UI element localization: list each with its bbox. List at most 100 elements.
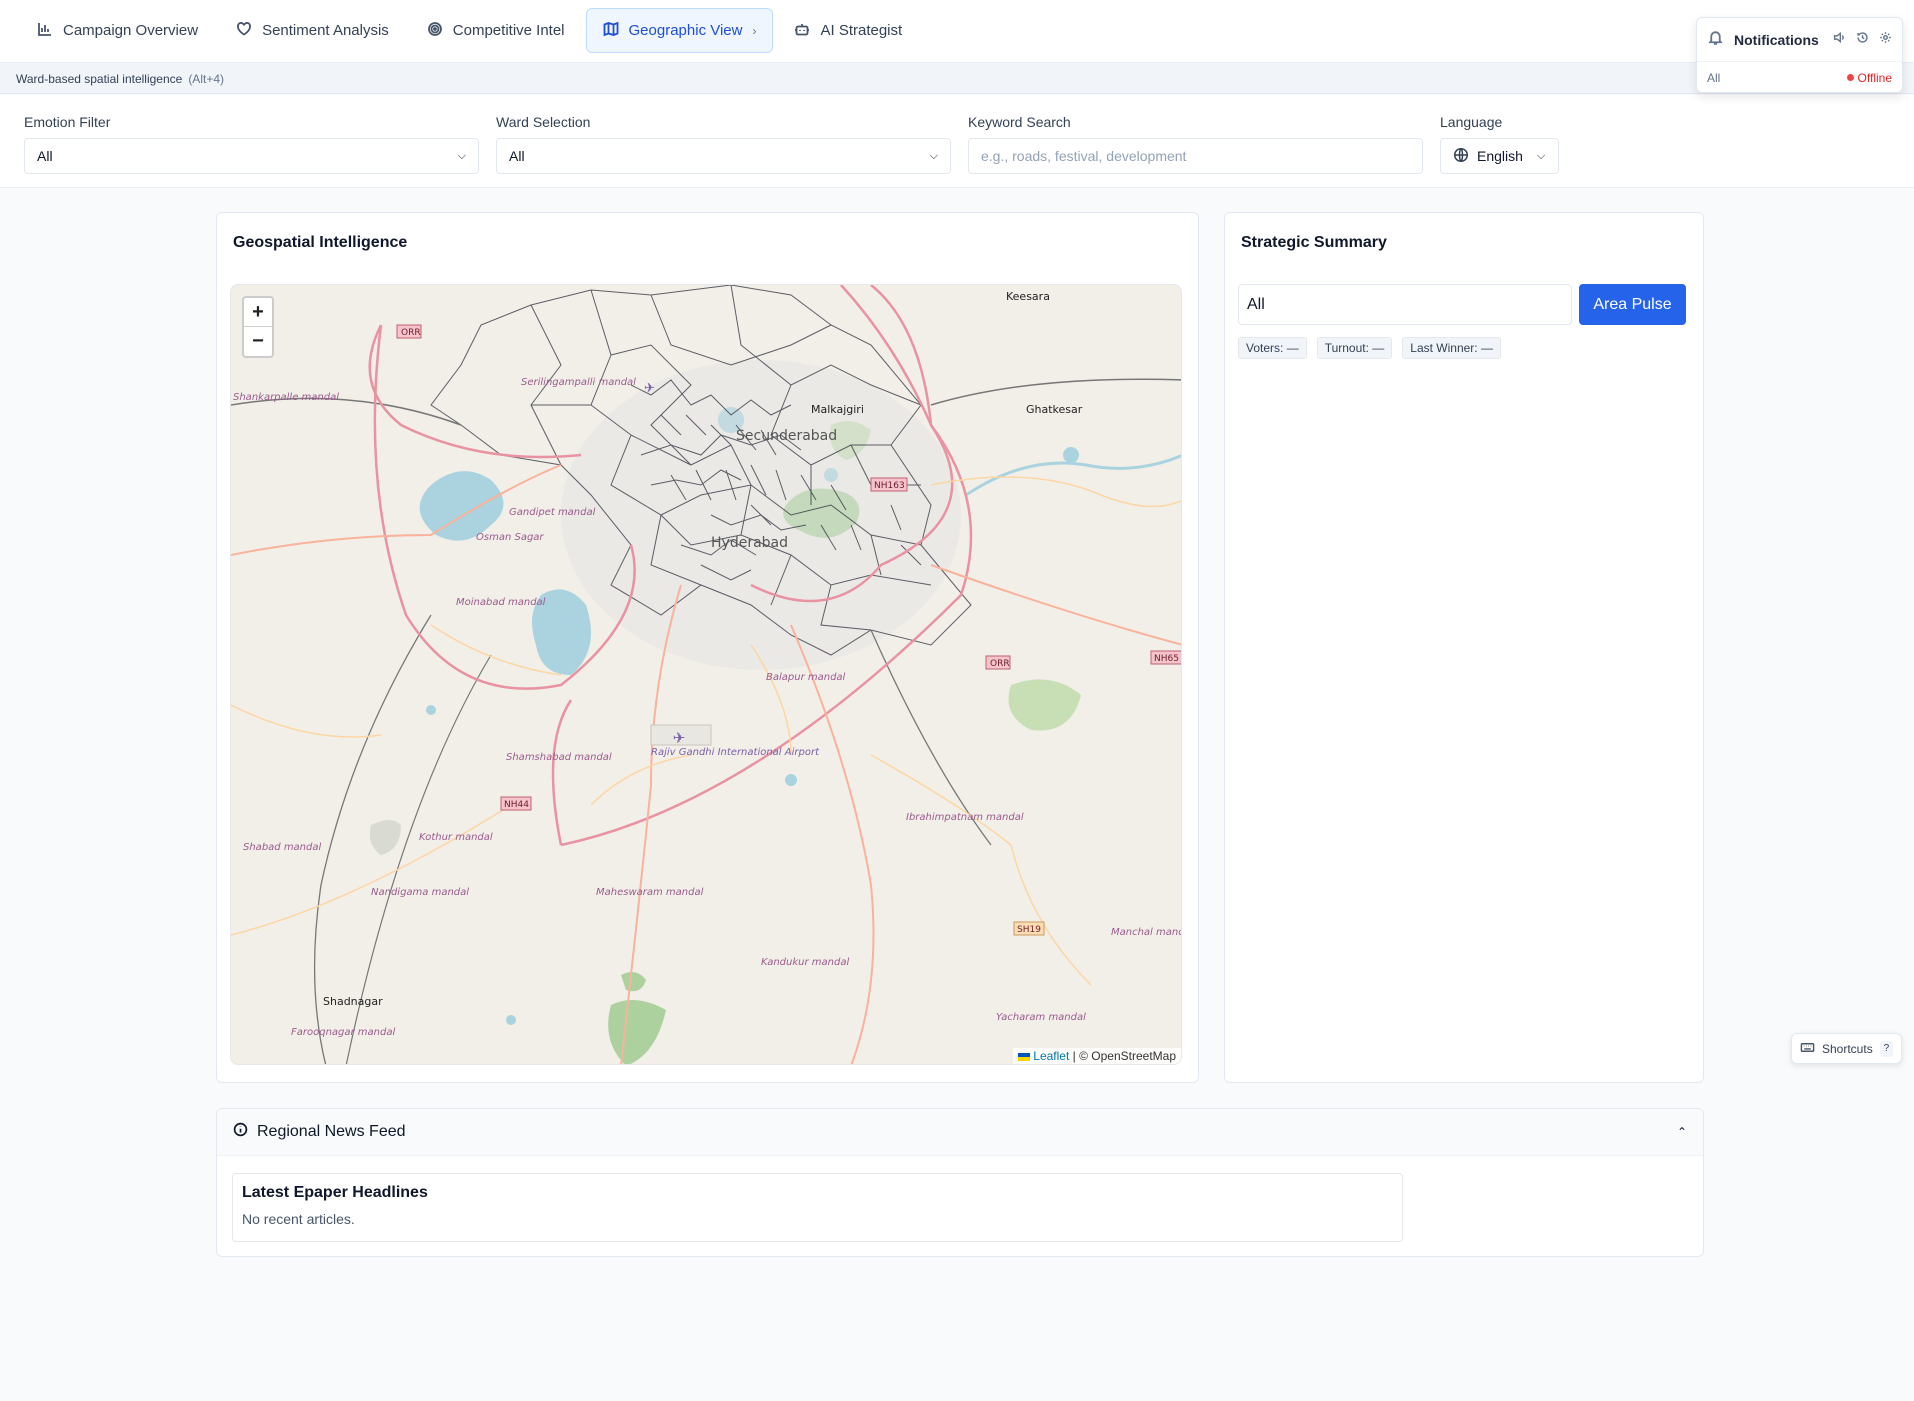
epaper-headlines: Latest Epaper Headlines No recent articl… [232, 1173, 1403, 1242]
place-label: Keesara [1006, 290, 1050, 303]
place-label: Ibrahimpatnam mandal [906, 812, 1024, 823]
news-header[interactable]: Regional News Feed ⌃ [217, 1109, 1703, 1156]
tab-competitive-intel[interactable]: Competitive Intel [410, 8, 582, 53]
map-tiles: ✈ ✈ Shankarpalle mandal Serilingampalli … [231, 285, 1182, 1064]
strategic-summary-card: Strategic Summary All Area Pulse Voters:… [1224, 212, 1704, 1083]
place-label: Serilingampalli mandal [521, 377, 636, 388]
zoom-out-button[interactable]: − [244, 327, 272, 356]
tab-label: AI Strategist [820, 22, 903, 39]
tab-campaign-overview[interactable]: Campaign Overview [20, 8, 215, 53]
geospatial-title: Geospatial Intelligence [233, 234, 408, 251]
place-label: Gandipet mandal [509, 507, 596, 518]
zoom-control: + − [242, 296, 274, 358]
notifications-panel: Notifications All Offline [1696, 17, 1903, 93]
airport-icon: ✈ [673, 730, 686, 747]
notifications-header: Notifications [1697, 18, 1902, 62]
place-label: Shankarpalle mandal [233, 392, 339, 403]
globe-icon [1453, 147, 1469, 166]
place-label: Manchal mandal [1111, 927, 1182, 938]
place-label: Rajiv Gandhi International Airport [651, 747, 820, 758]
info-icon [233, 1122, 248, 1142]
ward-selection-label: Ward Selection [496, 114, 591, 130]
keyboard-hint: (Alt+4) [188, 72, 224, 86]
connection-status: Offline [1846, 70, 1892, 85]
keyboard-icon [1800, 1040, 1815, 1058]
emotion-filter-label: Emotion Filter [24, 114, 111, 130]
tab-geographic-view[interactable]: Geographic View › [585, 8, 774, 53]
keyword-search-group: Keyword Search e.g., roads, festival, de… [968, 114, 1423, 174]
keyword-search-input[interactable]: e.g., roads, festival, development [968, 138, 1423, 174]
place-label: Shamshabad mandal [506, 752, 612, 763]
tab-label: Campaign Overview [63, 22, 199, 39]
road-shield: SH19 [1017, 925, 1041, 935]
emotion-filter-select[interactable]: All ⌵ [24, 138, 479, 174]
tab-label: Competitive Intel [452, 22, 565, 39]
strategic-summary-title: Strategic Summary [1241, 234, 1387, 251]
voters-chip: Voters: — [1238, 337, 1307, 359]
ukraine-flag-icon [1018, 1052, 1031, 1061]
road-shield: ORR [990, 659, 1010, 669]
ward-selection-select[interactable]: All ⌵ [496, 138, 951, 174]
emotion-filter-group: Emotion Filter All ⌵ [24, 114, 479, 174]
geospatial-card: Geospatial Intelligence + − ✈ ✈ Shankarp… [216, 212, 1199, 1083]
road-shield: NH163 [874, 481, 905, 491]
place-label: Balapur mandal [766, 672, 846, 683]
headlines-empty: No recent articles. [242, 1211, 355, 1227]
place-label: Osman Sagar [476, 532, 544, 543]
status-dot [1846, 74, 1854, 81]
language-select[interactable]: English ⌵ [1440, 138, 1559, 174]
road-shield: ORR [401, 328, 421, 338]
headlines-title: Latest Epaper Headlines [242, 1184, 428, 1201]
notification-filter[interactable]: All [1707, 71, 1720, 85]
place-label: Maheswaram mandal [596, 887, 704, 898]
chevron-right-icon: › [752, 23, 757, 38]
notifications-footer: All Offline [1697, 62, 1902, 93]
chevron-down-icon: ⌵ [457, 149, 466, 162]
airport-icon: ✈ [644, 380, 655, 395]
area-pulse-button[interactable]: Area Pulse [1579, 284, 1686, 325]
regional-news-card: Regional News Feed ⌃ Latest Epaper Headl… [216, 1108, 1704, 1257]
area-pulse-row: All Area Pulse [1238, 284, 1686, 325]
heart-icon [236, 21, 252, 41]
place-label: Secunderabad [736, 428, 837, 444]
place-label: Malkajgiri [811, 403, 864, 416]
chevron-down-icon: ⌵ [929, 149, 938, 162]
keyword-search-label: Keyword Search [968, 114, 1071, 130]
place-label: Shadnagar [323, 995, 383, 1008]
target-icon [427, 21, 443, 41]
place-label: Kandukur mandal [761, 957, 849, 968]
place-label: Shabad mandal [243, 842, 321, 853]
tab-ai-strategist[interactable]: AI Strategist [777, 8, 919, 53]
ward-map[interactable]: + − ✈ ✈ Shankarpalle mandal Serilingampa… [230, 284, 1182, 1065]
news-title: Regional News Feed [257, 1123, 406, 1140]
tab-sentiment-analysis[interactable]: Sentiment Analysis [219, 8, 406, 53]
ward-selection-group: Ward Selection All ⌵ [496, 114, 951, 174]
last-winner-chip: Last Winner: — [1402, 337, 1501, 359]
page-subtitle-bar: Ward-based spatial intelligence (Alt+4) [0, 62, 1914, 94]
filter-bar: Emotion Filter All ⌵ Ward Selection All … [0, 95, 1914, 188]
ward-selection-value: All [509, 148, 525, 164]
notifications-title: Notifications [1734, 31, 1819, 48]
ward-input[interactable]: All [1238, 284, 1572, 325]
place-label: Hyderabad [711, 535, 788, 551]
tab-label: Geographic View [628, 22, 743, 39]
zoom-in-button[interactable]: + [244, 298, 272, 327]
settings-icon[interactable] [1879, 31, 1892, 49]
tab-bar: Campaign Overview Sentiment Analysis Com… [20, 8, 923, 53]
place-label: Yacharam mandal [996, 1012, 1086, 1023]
bell-icon[interactable] [1707, 29, 1724, 51]
history-icon[interactable] [1856, 31, 1869, 49]
volume-icon[interactable] [1833, 31, 1846, 49]
chevron-down-icon: ⌵ [1536, 149, 1546, 162]
bot-icon [794, 21, 810, 41]
shortcuts-button[interactable]: Shortcuts ? [1791, 1033, 1902, 1064]
tab-label: Sentiment Analysis [262, 22, 389, 39]
map-icon [603, 21, 619, 41]
osm-attribution[interactable]: | © OpenStreetMap [1073, 1049, 1176, 1063]
status-label: Offline [1857, 70, 1892, 85]
place-label: Nandigama mandal [371, 887, 469, 898]
chevron-up-icon[interactable]: ⌃ [1677, 1125, 1687, 1139]
shortcuts-label: Shortcuts [1822, 1041, 1873, 1056]
place-label: Kothur mandal [419, 832, 493, 843]
leaflet-link[interactable]: Leaflet [1033, 1049, 1069, 1063]
